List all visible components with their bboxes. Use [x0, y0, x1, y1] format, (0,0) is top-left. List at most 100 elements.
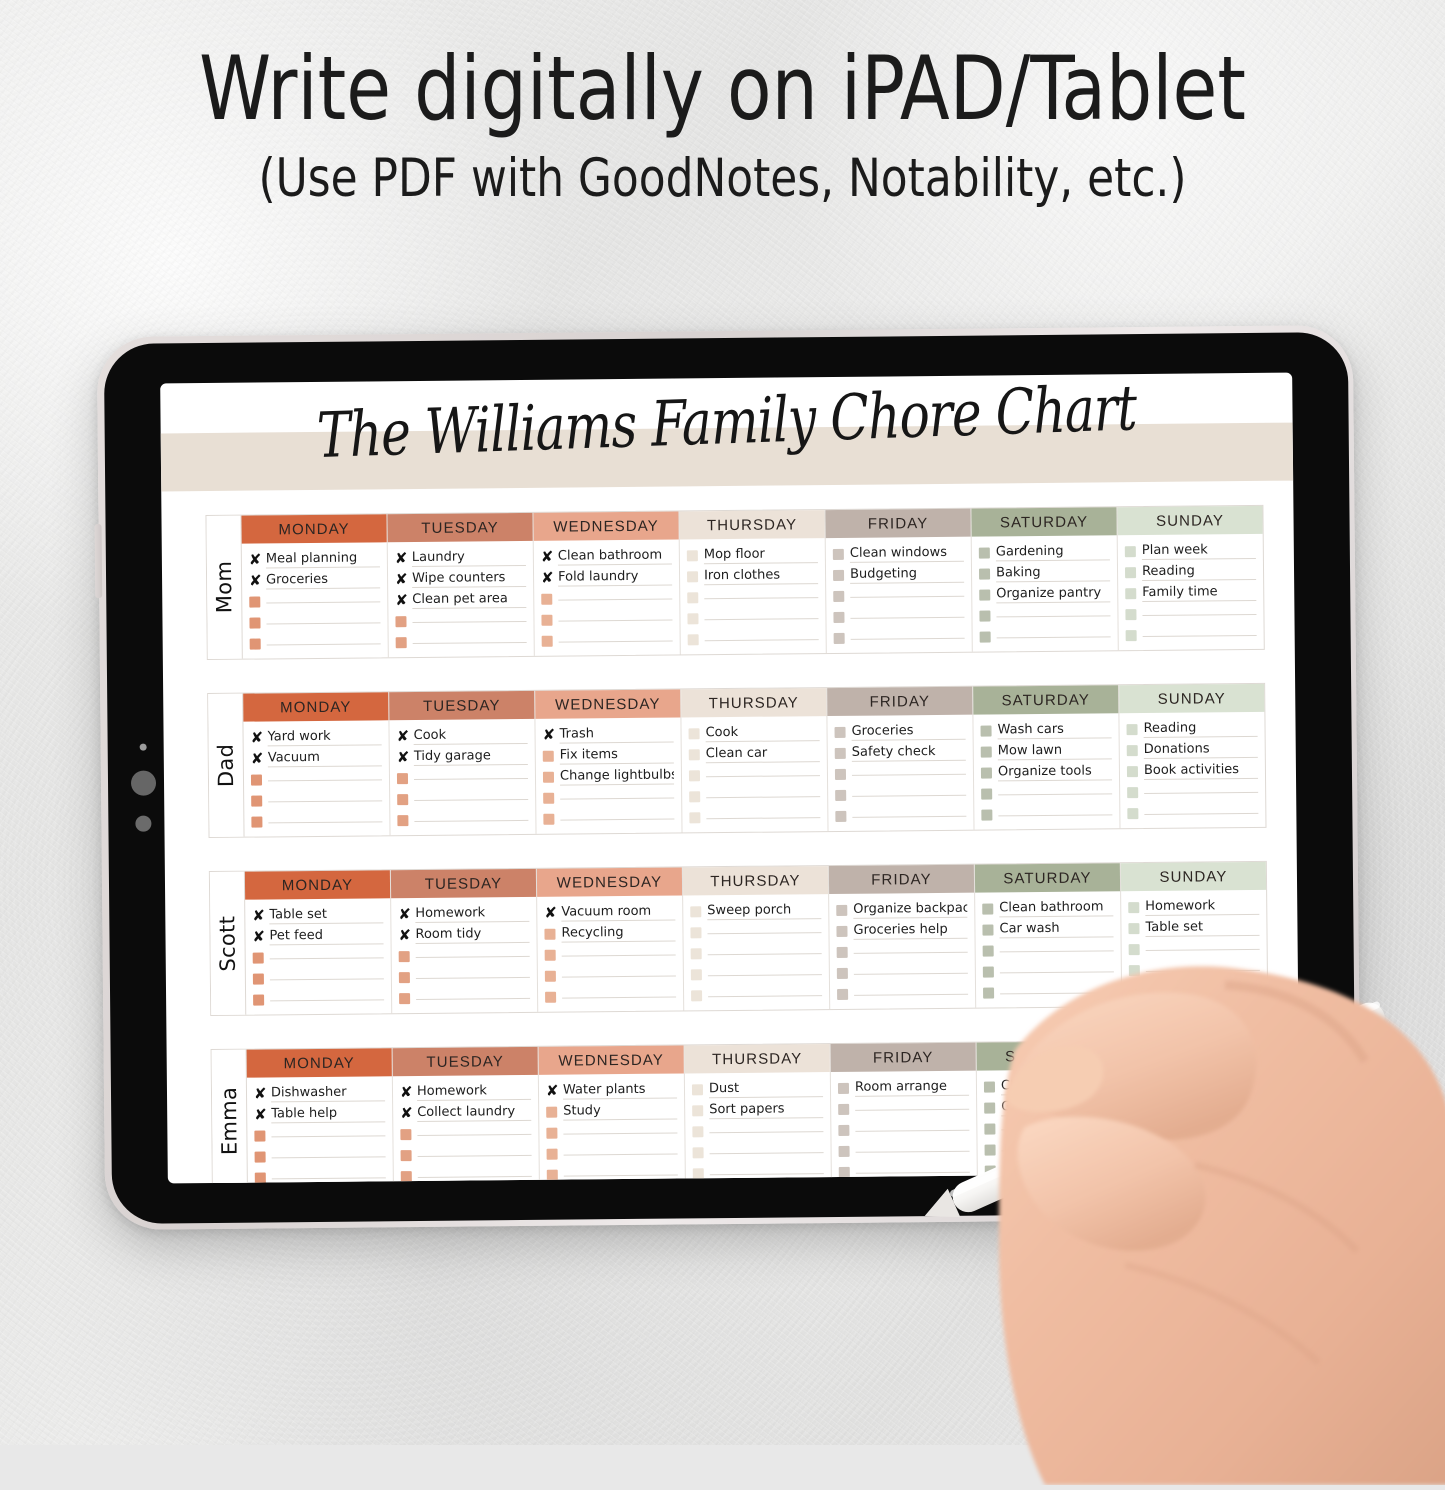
- task-row[interactable]: ✘ Fold laundry: [541, 567, 673, 589]
- task-row[interactable]: [834, 763, 966, 785]
- task-text[interactable]: [414, 797, 529, 801]
- task-row[interactable]: ✘ Tidy garage: [397, 746, 528, 768]
- checkbox-icon[interactable]: [398, 972, 410, 984]
- task-row[interactable]: [835, 784, 967, 806]
- task-text[interactable]: [563, 1152, 678, 1156]
- task-text[interactable]: Budgeting: [849, 565, 965, 584]
- task-row[interactable]: ✘ Collect laundry: [400, 1102, 532, 1124]
- task-text[interactable]: [854, 992, 969, 996]
- task-text[interactable]: [561, 953, 676, 957]
- checkmark-icon[interactable]: ✘: [254, 1105, 267, 1123]
- task-text[interactable]: [704, 595, 819, 599]
- checkmark-icon[interactable]: ✘: [541, 548, 554, 566]
- task-text[interactable]: [1001, 1126, 1116, 1130]
- checkbox-icon[interactable]: [984, 1102, 996, 1114]
- task-text[interactable]: Clean bathroom: [557, 547, 672, 566]
- checkbox-icon[interactable]: [691, 990, 703, 1002]
- checkbox-icon[interactable]: [398, 951, 410, 963]
- task-text[interactable]: Baking: [995, 564, 1111, 583]
- task-text[interactable]: [1145, 947, 1260, 951]
- task-text[interactable]: Clean car: [705, 745, 820, 764]
- task-row[interactable]: [838, 1119, 970, 1141]
- checkbox-icon[interactable]: [692, 1147, 704, 1159]
- task-row[interactable]: [543, 808, 675, 830]
- checkbox-icon[interactable]: [692, 1168, 704, 1180]
- task-text[interactable]: Homework: [415, 904, 530, 924]
- task-text[interactable]: Homework: [416, 1082, 532, 1102]
- task-text[interactable]: Book activities: [1143, 761, 1259, 781]
- task-text[interactable]: [1145, 968, 1260, 972]
- checkbox-icon[interactable]: [541, 614, 553, 626]
- task-text[interactable]: Clean appliances: [1000, 1077, 1116, 1096]
- checkbox-icon[interactable]: [249, 617, 261, 629]
- task-row[interactable]: Sweep porch: [690, 900, 822, 922]
- task-row[interactable]: [982, 939, 1114, 961]
- task-text[interactable]: [852, 793, 967, 797]
- task-row[interactable]: Book activities: [1126, 760, 1259, 782]
- task-text[interactable]: Room arrange: [854, 1078, 970, 1097]
- checkbox-icon[interactable]: [395, 616, 407, 628]
- checkbox-icon[interactable]: [838, 1103, 850, 1115]
- checkbox-icon[interactable]: [543, 792, 555, 804]
- task-row[interactable]: [253, 988, 385, 1010]
- task-text[interactable]: [853, 950, 968, 954]
- checkbox-icon[interactable]: [1130, 1101, 1142, 1113]
- task-text[interactable]: [998, 812, 1113, 816]
- task-text[interactable]: [417, 1132, 532, 1136]
- task-row[interactable]: [984, 1159, 1116, 1181]
- task-row[interactable]: [689, 806, 821, 828]
- checkbox-icon[interactable]: [687, 634, 699, 646]
- checkbox-icon[interactable]: [544, 928, 556, 940]
- task-row[interactable]: Cook: [688, 722, 820, 744]
- checkbox-icon[interactable]: [543, 813, 555, 825]
- checkbox-icon[interactable]: [1125, 609, 1137, 621]
- checkbox-icon[interactable]: [979, 631, 991, 643]
- checkbox-icon[interactable]: [253, 994, 265, 1006]
- checkbox-icon[interactable]: [983, 987, 995, 999]
- checkmark-icon[interactable]: ✘: [541, 569, 554, 587]
- checkbox-icon[interactable]: [833, 590, 845, 603]
- task-text[interactable]: [415, 975, 530, 979]
- checkbox-icon[interactable]: [254, 1130, 266, 1142]
- checkbox-icon[interactable]: [982, 903, 994, 915]
- checkbox-icon[interactable]: [690, 906, 702, 918]
- task-text[interactable]: [266, 599, 381, 603]
- task-row[interactable]: Table set: [1128, 917, 1260, 939]
- checkbox-icon[interactable]: [982, 945, 994, 957]
- task-row[interactable]: [545, 986, 677, 1008]
- checkmark-icon[interactable]: ✘: [395, 570, 408, 588]
- checkbox-icon[interactable]: [833, 569, 845, 582]
- checkmark-icon[interactable]: ✘: [252, 906, 265, 924]
- task-text[interactable]: [415, 954, 530, 958]
- task-text[interactable]: [855, 1107, 970, 1111]
- task-row[interactable]: [690, 921, 822, 943]
- checkbox-icon[interactable]: [981, 788, 993, 800]
- checkbox-icon[interactable]: [1125, 630, 1137, 642]
- checkmark-icon[interactable]: ✘: [542, 726, 555, 744]
- task-row[interactable]: ✘ Trash: [542, 724, 674, 746]
- checkbox-icon[interactable]: [1126, 745, 1138, 757]
- task-text[interactable]: [1147, 1167, 1262, 1171]
- task-text[interactable]: [855, 1149, 970, 1153]
- task-text[interactable]: [412, 619, 527, 623]
- task-row[interactable]: [689, 785, 821, 807]
- task-text[interactable]: Pet feed: [269, 927, 384, 946]
- task-row[interactable]: [541, 630, 673, 652]
- task-text[interactable]: [266, 641, 381, 645]
- checkbox-icon[interactable]: [979, 610, 991, 622]
- checkbox-icon[interactable]: [834, 768, 847, 780]
- checkbox-icon[interactable]: [690, 948, 702, 960]
- task-text[interactable]: Gardening: [995, 543, 1110, 562]
- task-text[interactable]: Room tidy: [415, 925, 530, 945]
- task-row[interactable]: Car wash: [982, 918, 1114, 940]
- task-row[interactable]: [979, 604, 1111, 626]
- task-row[interactable]: [398, 945, 530, 967]
- checkbox-icon[interactable]: [835, 789, 847, 801]
- task-text[interactable]: [704, 637, 819, 641]
- checkbox-icon[interactable]: [1125, 588, 1137, 600]
- checkbox-icon[interactable]: [1127, 808, 1139, 820]
- task-row[interactable]: [687, 586, 819, 608]
- task-row[interactable]: Clean bathroom: [982, 897, 1114, 919]
- task-row[interactable]: [1128, 938, 1260, 960]
- task-row[interactable]: [690, 963, 822, 985]
